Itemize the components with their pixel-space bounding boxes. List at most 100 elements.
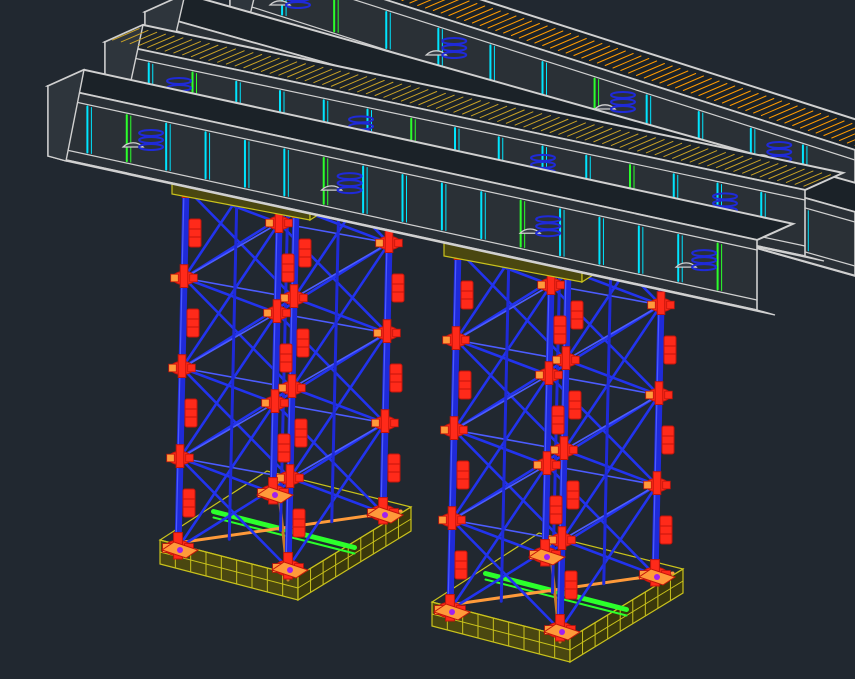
coupler-clamp [272, 299, 282, 324]
coupler-wedge [662, 480, 671, 490]
clamp-body [661, 425, 675, 455]
clamp-body [298, 238, 312, 268]
coupler-wedge [394, 238, 403, 248]
scaffold-shoring-model [0, 0, 855, 679]
coupler-wedge [297, 383, 306, 393]
coupler-wedge [645, 390, 654, 400]
coupler-clamp [542, 451, 552, 476]
side-clamp [663, 335, 677, 365]
clamp-body [184, 398, 198, 428]
coupler-wedge [664, 390, 673, 400]
clamp-body [553, 315, 567, 345]
coupler-wedge [166, 453, 175, 463]
side-clamp [389, 363, 403, 393]
side-clamp [568, 390, 582, 420]
clamp-body [281, 253, 295, 283]
coupler-wedge [571, 355, 580, 365]
side-clamp [184, 398, 198, 428]
coupler-wedge [168, 363, 177, 373]
coupler-clamp [656, 291, 666, 316]
clamp-body [294, 418, 308, 448]
side-clamp [564, 570, 578, 600]
side-clamp [387, 453, 401, 483]
clamp-body [277, 433, 291, 463]
clamp-body [566, 480, 580, 510]
anchor-bolt [272, 492, 278, 498]
side-clamp [659, 515, 673, 545]
clamp-body [391, 273, 405, 303]
side-clamp [296, 328, 310, 358]
coupler-wedge [554, 370, 563, 380]
side-clamp [188, 218, 202, 248]
coupler-clamp [557, 526, 567, 551]
coupler-wedge [263, 308, 272, 318]
coupler-clamp [179, 264, 189, 289]
coupler-wedge [533, 460, 542, 470]
coupler-wedge [442, 335, 451, 345]
coupler-wedge [280, 293, 289, 303]
cad-3d-viewport[interactable] [0, 0, 855, 679]
coupler-clamp [382, 319, 392, 344]
anchor-bolt [559, 629, 565, 635]
side-clamp [553, 315, 567, 345]
coupler-clamp [270, 389, 280, 414]
coupler-clamp [384, 229, 394, 253]
side-clamp [186, 308, 200, 338]
coupler-wedge [550, 445, 559, 455]
coupler-wedge [666, 300, 675, 310]
clamp-body [570, 300, 584, 330]
coupler-wedge [295, 473, 304, 483]
side-clamp [454, 550, 468, 580]
coupler-wedge [375, 238, 384, 248]
clamp-body [564, 570, 578, 600]
anchor-bolt [287, 567, 293, 573]
coupler-clamp [289, 284, 299, 309]
clamp-body [456, 460, 470, 490]
coupler-wedge [537, 280, 546, 290]
clamp-body [549, 495, 563, 525]
coupler-clamp [559, 436, 569, 461]
clamp-body [551, 405, 565, 435]
coupler-wedge [371, 418, 380, 428]
side-clamp [391, 273, 405, 303]
anchor-bolt [177, 547, 183, 553]
coupler-clamp [561, 346, 571, 371]
side-clamp [661, 425, 675, 455]
coupler-clamp [287, 374, 297, 399]
clamp-body [387, 453, 401, 483]
coupler-wedge [187, 363, 196, 373]
coupler-clamp [451, 326, 461, 351]
coupler-wedge [189, 273, 198, 283]
clamp-body [454, 550, 468, 580]
coupler-wedge [647, 300, 656, 310]
coupler-wedge [170, 273, 179, 283]
coupler-wedge [438, 515, 447, 525]
coupler-clamp [654, 381, 664, 406]
coupler-wedge [552, 355, 561, 365]
coupler-wedge [552, 460, 561, 470]
side-clamp [551, 405, 565, 435]
coupler-clamp [177, 354, 187, 379]
clamp-body [659, 515, 673, 545]
coupler-clamp [380, 409, 390, 434]
clamp-body [182, 488, 196, 518]
anchor-bolt [654, 574, 660, 580]
anchor-bolt [544, 554, 550, 560]
side-clamp [277, 433, 291, 463]
coupler-wedge [185, 453, 194, 463]
coupler-wedge [567, 535, 576, 545]
anchor-bolt [382, 512, 388, 518]
clamp-body [296, 328, 310, 358]
coupler-wedge [282, 308, 291, 318]
coupler-wedge [440, 425, 449, 435]
coupler-wedge [299, 293, 308, 303]
side-clamp [549, 495, 563, 525]
coupler-wedge [390, 418, 399, 428]
coupler-wedge [461, 335, 470, 345]
coupler-clamp [652, 471, 662, 496]
coupler-wedge [457, 515, 466, 525]
coupler-wedge [569, 445, 578, 455]
side-clamp [281, 253, 295, 283]
clamp-body [389, 363, 403, 393]
side-clamp [458, 370, 472, 400]
